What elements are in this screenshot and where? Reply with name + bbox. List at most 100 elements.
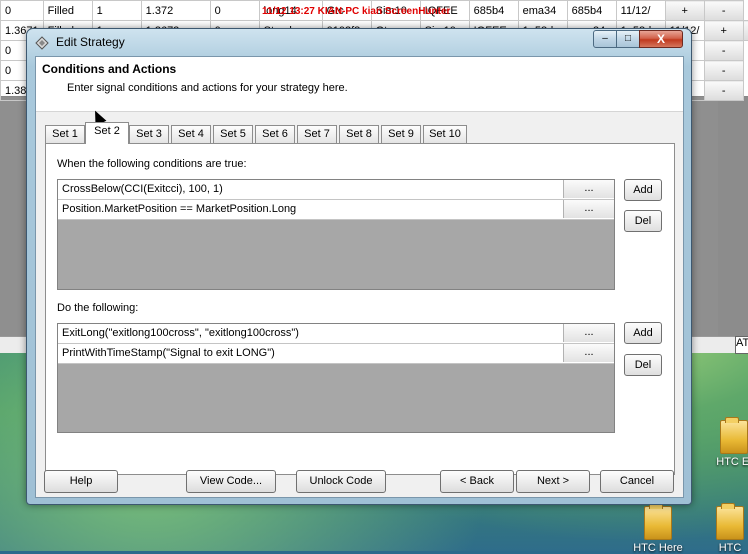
row-action-button[interactable]: + — [704, 21, 743, 41]
maximize-icon: □ — [625, 33, 631, 44]
condition-row[interactable]: CrossBelow(CCI(Exitcci), 100, 1) ... — [58, 180, 614, 200]
button-label: < Back — [460, 475, 494, 487]
browse-label: ... — [584, 326, 593, 338]
edit-strategy-window: Edit Strategy – □ X Conditions and Actio… — [26, 28, 692, 505]
desktop-icon-label: HTC Here — [633, 542, 683, 554]
unlock-code-button[interactable]: Unlock Code — [296, 470, 386, 493]
condition-browse-button[interactable]: ... — [563, 200, 614, 218]
add-condition-button[interactable]: Add — [624, 179, 662, 201]
at-label: AT — [736, 337, 748, 349]
orders-cell: 0 — [210, 1, 259, 21]
next-button[interactable]: Next > — [516, 470, 590, 493]
actions-list[interactable]: ExitLong("exitlong100cross", "exitlong10… — [57, 323, 615, 433]
button-label: Cancel — [620, 475, 654, 487]
browse-label: ... — [584, 182, 593, 194]
tab-label: Set 2 — [94, 125, 120, 137]
tab-set-8[interactable]: Set 8 — [339, 125, 379, 143]
background-app-side-strip — [718, 96, 748, 336]
close-icon: X — [657, 32, 665, 46]
action-text: PrintWithTimeStamp("Signal to exit LONG"… — [62, 347, 275, 359]
desktop-icon-htc[interactable]: HTC — [700, 506, 748, 554]
dialog-client-area: Conditions and Actions Enter signal cond… — [35, 56, 684, 498]
delete-action-button[interactable]: Del — [624, 354, 662, 376]
close-button[interactable]: X — [639, 30, 683, 48]
tab-label: Set 3 — [136, 128, 162, 140]
condition-row[interactable]: Position.MarketPosition == MarketPositio… — [58, 200, 614, 220]
screenhunter-watermark: 11/12 13:27 KIAN-PC kian ScreenHunter — [262, 6, 450, 17]
header-title: Conditions and Actions — [42, 62, 176, 76]
desktop-icon-label: HTC Ei — [716, 456, 748, 468]
desktop-icon-htc-here[interactable]: HTC Here — [628, 506, 688, 554]
conditions-label: When the following conditions are true: — [57, 158, 247, 170]
tab-set-4[interactable]: Set 4 — [171, 125, 211, 143]
tab-label: Set 8 — [346, 128, 372, 140]
actions-label: Do the following: — [57, 302, 138, 314]
delete-condition-button[interactable]: Del — [624, 210, 662, 232]
tab-label: Set 7 — [304, 128, 330, 140]
condition-text: CrossBelow(CCI(Exitcci), 100, 1) — [62, 183, 223, 195]
tab-label: Set 6 — [262, 128, 288, 140]
help-button[interactable]: Help — [44, 470, 118, 493]
tab-set-1[interactable]: Set 1 — [45, 125, 85, 143]
conditions-list[interactable]: CrossBelow(CCI(Exitcci), 100, 1) ... Pos… — [57, 179, 615, 290]
view-code-button[interactable]: View Code... — [186, 470, 276, 493]
orders-cell: 1 — [92, 1, 141, 21]
button-label: Add — [633, 184, 653, 196]
tab-set-9[interactable]: Set 9 — [381, 125, 421, 143]
button-label: Add — [633, 327, 653, 339]
condition-browse-button[interactable]: ... — [563, 180, 614, 198]
window-title: Edit Strategy — [56, 35, 125, 49]
tab-panel-set-2: When the following conditions are true: … — [45, 143, 675, 475]
tab-label: Set 9 — [388, 128, 414, 140]
tab-set-3[interactable]: Set 3 — [129, 125, 169, 143]
button-label: Help — [70, 475, 93, 487]
row-action-button[interactable]: - — [704, 81, 743, 101]
title-bar[interactable]: Edit Strategy – □ X — [27, 29, 691, 57]
orders-cell: 1.372 — [141, 1, 210, 21]
orders-cell: ema34 — [518, 1, 567, 21]
tab-label: Set 1 — [52, 128, 78, 140]
minimize-button[interactable]: – — [593, 30, 617, 48]
add-action-button[interactable]: Add — [624, 322, 662, 344]
action-text: ExitLong("exitlong100cross", "exitlong10… — [62, 327, 299, 339]
cancel-button[interactable]: Cancel — [600, 470, 674, 493]
strategy-app-icon — [35, 36, 49, 50]
orders-cell: 685b4 — [469, 1, 518, 21]
orders-cell: 0 — [1, 1, 44, 21]
tab-label: Set 5 — [220, 128, 246, 140]
folder-icon — [644, 506, 672, 540]
tab-set-5[interactable]: Set 5 — [213, 125, 253, 143]
folder-icon — [720, 420, 748, 454]
dialog-header: Conditions and Actions Enter signal cond… — [36, 57, 683, 112]
maximize-button[interactable]: □ — [616, 30, 640, 48]
folder-icon — [716, 506, 744, 540]
browse-label: ... — [584, 346, 593, 358]
button-label: Next > — [537, 475, 569, 487]
tab-set-10[interactable]: Set 10 — [423, 125, 467, 143]
browse-label: ... — [584, 202, 593, 214]
action-row[interactable]: ExitLong("exitlong100cross", "exitlong10… — [58, 324, 614, 344]
back-button[interactable]: < Back — [440, 470, 514, 493]
tab-set-7[interactable]: Set 7 — [297, 125, 337, 143]
button-label: Del — [635, 359, 652, 371]
orders-cell: 685b4 — [567, 1, 616, 21]
tab-set-2[interactable]: Set 2 — [85, 122, 129, 144]
action-browse-button[interactable]: ... — [563, 344, 614, 362]
tab-label: Set 4 — [178, 128, 204, 140]
row-action-button[interactable]: + — [665, 1, 704, 21]
orders-cell: Filled — [43, 1, 92, 21]
row-action-button[interactable]: - — [704, 61, 743, 81]
desktop-icon-htc-ei[interactable]: HTC Ei — [704, 420, 748, 468]
desktop-icon-label: HTC — [719, 542, 742, 554]
tab-set-6[interactable]: Set 6 — [255, 125, 295, 143]
background-app-at-field: AT — [735, 336, 748, 354]
action-row[interactable]: PrintWithTimeStamp("Signal to exit LONG"… — [58, 344, 614, 364]
condition-text: Position.MarketPosition == MarketPositio… — [62, 203, 296, 215]
row-action-button[interactable]: - — [743, 21, 748, 41]
button-label: View Code... — [200, 475, 262, 487]
button-label: Del — [635, 215, 652, 227]
row-action-button[interactable]: - — [704, 41, 743, 61]
row-action-button[interactable]: - — [704, 1, 743, 21]
action-browse-button[interactable]: ... — [563, 324, 614, 342]
button-label: Unlock Code — [310, 475, 373, 487]
